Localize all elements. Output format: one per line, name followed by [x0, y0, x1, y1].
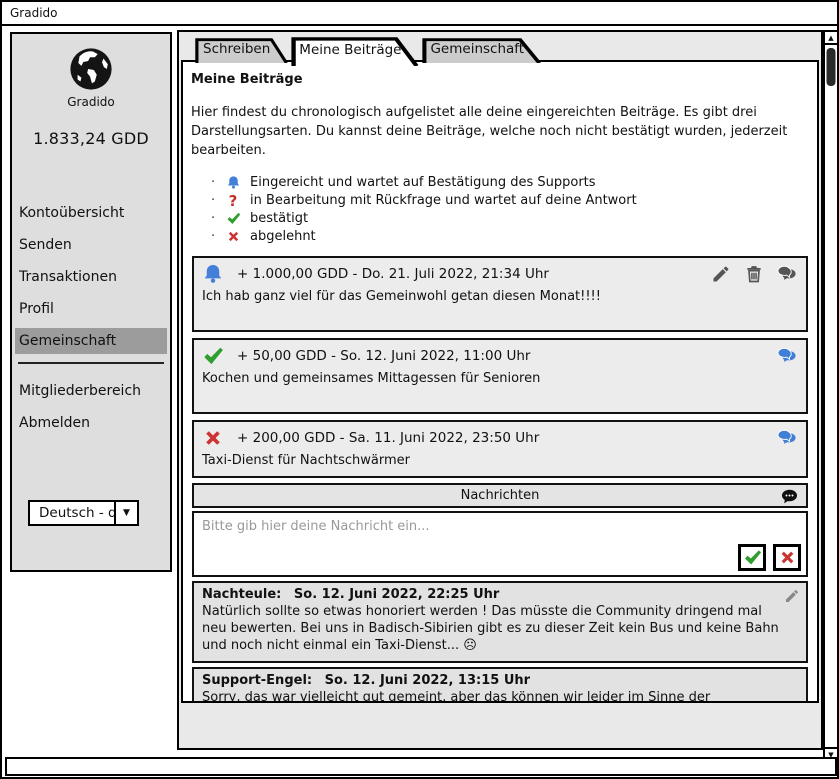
message-item: Support-Engel: So. 12. Juni 2022, 13:15 … [192, 667, 808, 703]
main-tab-area: Schreiben Meine Beiträge Gemeinschaft Me… [177, 30, 823, 750]
message-input-box [192, 511, 808, 577]
tab-label: Meine Beiträge [291, 37, 419, 58]
chat-icon[interactable] [777, 428, 797, 448]
edit-icon[interactable] [711, 264, 731, 284]
sidebar-item-kontouebersicht[interactable]: Kontoübersicht [15, 200, 167, 226]
tab-content-panel: Meine Beiträge Hier findest du chronolog… [181, 60, 819, 703]
sidebar: Gradido 1.833,24 GDD Kontoübersicht Send… [10, 32, 172, 572]
x-icon [225, 229, 241, 245]
window-title: Gradido [10, 6, 58, 20]
x-icon [202, 427, 224, 449]
entry-actions [777, 428, 797, 448]
contribution-entry: + 50,00 GDD - So. 12. Juni 2022, 11:00 U… [192, 338, 808, 414]
sidebar-divider [18, 362, 164, 364]
page-title: Meine Beiträge [191, 72, 810, 87]
message-author: Support-Engel: [202, 673, 312, 688]
message-item: Nachteule: So. 12. Juni 2022, 22:25 Uhr … [192, 581, 808, 664]
chat-dots-icon [780, 487, 799, 506]
language-select[interactable]: Deutsch - de ▼ [28, 500, 139, 526]
sidebar-item-senden[interactable]: Senden [15, 232, 167, 258]
legend-text: in Bearbeitung mit Rückfrage und wartet … [250, 193, 637, 208]
sidebar-item-profil[interactable]: Profil [15, 296, 167, 322]
send-message-button[interactable] [738, 544, 766, 571]
language-select-value: Deutsch - de [28, 500, 116, 526]
entry-header: + 200,00 GDD - Sa. 11. Juni 2022, 23:50 … [194, 422, 806, 450]
tab-bar: Schreiben Meine Beiträge Gemeinschaft [195, 35, 542, 63]
chevron-down-icon[interactable]: ▼ [116, 500, 139, 526]
status-bar [5, 757, 837, 776]
legend-text: abgelehnt [250, 229, 316, 244]
legend-text: Eingereicht und wartet auf Bestätigung d… [250, 175, 596, 190]
app-window: { "window": { "title": "Gradido" }, "sid… [0, 0, 839, 779]
edit-icon[interactable] [784, 588, 800, 604]
tab-label: Schreiben [195, 38, 288, 57]
message-text: Natürlich sollte so etwas honoriert werd… [202, 603, 780, 655]
x-icon [778, 548, 797, 567]
message-header: Nachteule: So. 12. Juni 2022, 22:25 Uhr [202, 587, 780, 602]
chat-icon[interactable] [777, 346, 797, 366]
status-legend: · Eingereicht und wartet auf Bestätigung… [211, 174, 810, 246]
messages-header-label: Nachrichten [194, 488, 806, 503]
chat-icon[interactable] [777, 264, 797, 284]
tab-label: Gemeinschaft [422, 38, 542, 57]
globe-logo-icon [68, 46, 114, 92]
tab-schreiben[interactable]: Schreiben [195, 38, 288, 63]
tab-meine-beitraege[interactable]: Meine Beiträge [291, 37, 419, 66]
entry-actions [777, 346, 797, 366]
legend-item-rueckfrage: · ? in Bearbeitung mit Rückfrage und war… [211, 192, 810, 210]
sidebar-item-abmelden[interactable]: Abmelden [15, 410, 167, 436]
sidebar-menu: Kontoübersicht Senden Transaktionen Prof… [12, 200, 170, 436]
message-time: So. 12. Juni 2022, 13:15 Uhr [325, 673, 530, 688]
sidebar-item-gemeinschaft[interactable]: Gemeinschaft [15, 328, 167, 354]
bell-icon [225, 175, 241, 191]
intro-text: Hier findest du chronologisch aufgeliste… [191, 104, 791, 161]
sidebar-item-transaktionen[interactable]: Transaktionen [15, 264, 167, 290]
check-icon [225, 211, 241, 227]
contribution-entry: + 1.000,00 GDD - Do. 21. Juli 2022, 21:3… [192, 256, 808, 332]
sidebar-item-mitgliederbereich[interactable]: Mitgliederbereich [15, 378, 167, 404]
contribution-entry: + 200,00 GDD - Sa. 11. Juni 2022, 23:50 … [192, 420, 808, 478]
entry-header: + 1.000,00 GDD - Do. 21. Juli 2022, 21:3… [194, 258, 806, 286]
message-time: So. 12. Juni 2022, 22:25 Uhr [294, 587, 499, 602]
legend-item-bestaetigt: · bestätigt [211, 210, 810, 228]
check-icon [743, 548, 762, 567]
cancel-message-button[interactable] [773, 544, 801, 571]
legend-item-eingereicht: · Eingereicht und wartet auf Bestätigung… [211, 174, 810, 192]
logo-label: Gradido [12, 95, 170, 109]
trash-icon[interactable] [744, 264, 764, 284]
messages-header-bar: Nachrichten [192, 483, 808, 508]
entry-header: + 50,00 GDD - So. 12. Juni 2022, 11:00 U… [194, 340, 806, 368]
bell-icon [202, 263, 224, 285]
entry-body-text: Ich hab ganz viel für das Gemeinwohl get… [194, 286, 806, 330]
tab-gemeinschaft[interactable]: Gemeinschaft [422, 38, 542, 63]
entry-amount-date: + 50,00 GDD - So. 12. Juni 2022, 11:00 U… [237, 348, 530, 364]
message-input-buttons [738, 544, 801, 571]
question-icon: ? [225, 193, 241, 209]
window-titlebar: Gradido [2, 2, 837, 26]
vertical-scrollbar[interactable]: ▲ ▼ [823, 30, 839, 762]
legend-item-abgelehnt: · abgelehnt [211, 228, 810, 246]
entry-amount-date: + 1.000,00 GDD - Do. 21. Juli 2022, 21:3… [237, 266, 549, 282]
entry-amount-date: + 200,00 GDD - Sa. 11. Juni 2022, 23:50 … [237, 430, 539, 446]
scroll-up-arrow-icon[interactable]: ▲ [825, 32, 837, 45]
message-input[interactable] [194, 513, 806, 575]
message-header: Support-Engel: So. 12. Juni 2022, 13:15 … [202, 673, 780, 688]
entry-body-text: Taxi-Dienst für Nachtschwärmer [194, 450, 806, 476]
check-icon [202, 345, 224, 367]
message-text: Sorry, das war vielleicht gut gemeint, a… [202, 689, 780, 703]
scrollbar-thumb[interactable] [827, 48, 836, 86]
entry-actions [711, 264, 797, 284]
legend-text: bestätigt [250, 211, 308, 226]
balance-amount: 1.833,24 GDD [12, 129, 170, 148]
message-author: Nachteule: [202, 587, 281, 602]
entry-body-text: Kochen und gemeinsames Mittagessen für S… [194, 368, 806, 412]
